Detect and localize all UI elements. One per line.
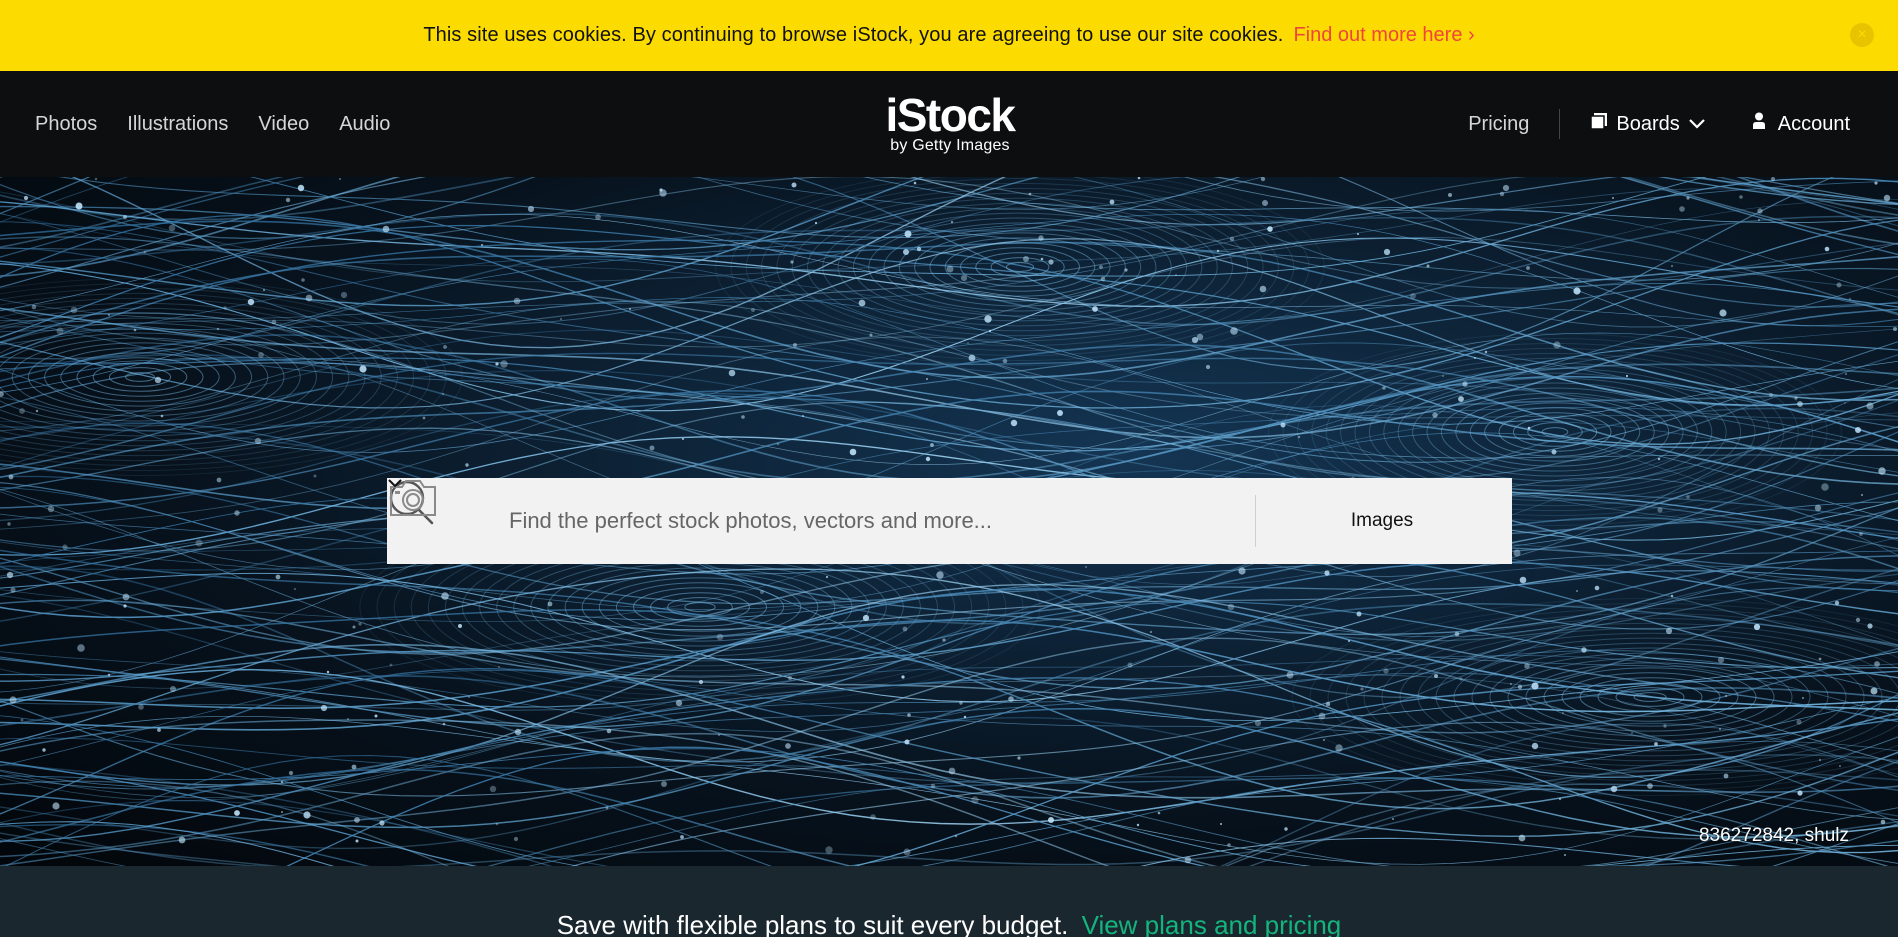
search-bar: Images (387, 478, 1512, 564)
view-plans-link[interactable]: View plans and pricing (1082, 910, 1342, 937)
nav-left-links: Photos Illustrations Video Audio (35, 71, 390, 177)
logo-wordmark: iStock (885, 89, 1016, 141)
chevron-down-icon (1688, 113, 1706, 136)
cookie-banner: This site uses cookies. By continuing to… (0, 0, 1898, 71)
top-navbar: Photos Illustrations Video Audio iStock … (0, 71, 1898, 177)
account-menu-button[interactable]: Account (1752, 112, 1850, 136)
account-label: Account (1777, 112, 1850, 135)
nav-link-audio[interactable]: Audio (339, 113, 390, 136)
media-type-label: Images (1350, 510, 1414, 531)
istock-logo[interactable]: iStock by Getty Images (880, 89, 1020, 157)
nav-link-pricing[interactable]: Pricing (1468, 109, 1561, 139)
nav-link-illustrations[interactable]: Illustrations (127, 113, 228, 136)
cookie-close-button[interactable]: × (1850, 23, 1874, 47)
nav-right-links: Pricing Boards Account (1468, 71, 1850, 177)
pricing-promo-strip: Save with flexible plans to suit every b… (0, 866, 1898, 937)
boards-label: Boards (1616, 112, 1680, 135)
close-icon: × (1857, 26, 1867, 43)
image-credit: 836272842, shulz (1698, 825, 1849, 846)
logo-tagline: by Getty Images (890, 137, 1010, 154)
promo-text: Save with flexible plans to suit every b… (556, 910, 1069, 937)
nav-link-photos[interactable]: Photos (35, 113, 97, 136)
search-divider (1255, 495, 1256, 547)
media-type-dropdown[interactable]: Images (388, 478, 1512, 564)
user-icon (1752, 112, 1766, 136)
search-input[interactable] (477, 478, 1179, 564)
nav-link-video[interactable]: Video (258, 113, 309, 136)
search-by-image-button[interactable] (390, 478, 1249, 564)
hero-banner: Images 836272842, shulz (0, 177, 1898, 866)
cookie-message: This site uses cookies. By continuing to… (423, 24, 1284, 46)
boards-menu-button[interactable]: Boards (1590, 112, 1705, 136)
cookie-find-out-more-link[interactable]: Find out more here › (1293, 24, 1474, 47)
boards-icon (1590, 112, 1608, 136)
